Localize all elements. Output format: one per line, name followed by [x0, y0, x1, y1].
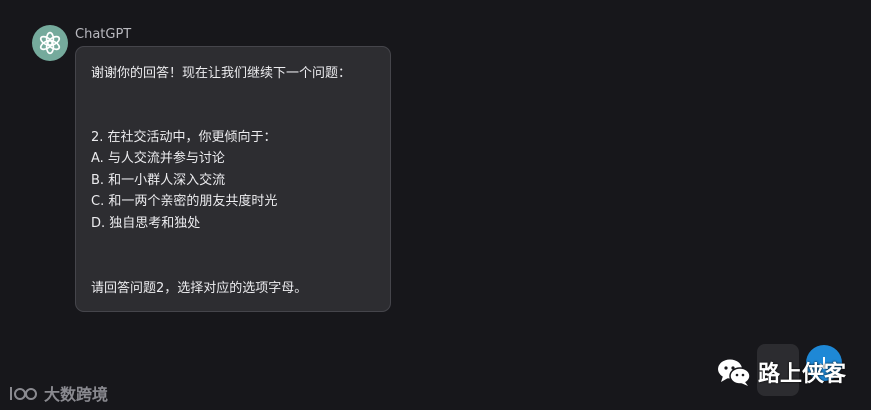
- watermark-left-text: 大数跨境: [44, 385, 109, 404]
- wechat-icon: [718, 359, 751, 386]
- option-d: D. 独自思考和独处: [91, 216, 201, 231]
- watermark-right-text: 路上侠客: [758, 362, 847, 387]
- sender-name: ChatGPT: [75, 27, 132, 42]
- chatgpt-avatar: [32, 25, 68, 61]
- message-bubble: 谢谢你的回答！现在让我们继续下一个问题： 2. 在社交活动中，你更倾向于： A.…: [75, 46, 391, 312]
- 100-logo-icon: [10, 387, 37, 400]
- option-c: C. 和一两个亲密的朋友共度时光: [91, 194, 278, 209]
- answer-prompt: 请回答问题2，选择对应的选项字母。: [91, 281, 308, 296]
- openai-logo-icon: [39, 31, 61, 55]
- option-a: A. 与人交流并参与讨论: [91, 151, 225, 166]
- option-b: B. 和一小群人深入交流: [91, 173, 226, 188]
- watermark-left: 大数跨境: [8, 381, 108, 405]
- question-text: 2. 在社交活动中，你更倾向于：: [91, 130, 277, 145]
- message-intro: 谢谢你的回答！现在让我们继续下一个问题：: [91, 66, 352, 81]
- watermark-right: 路上侠客: [716, 356, 846, 388]
